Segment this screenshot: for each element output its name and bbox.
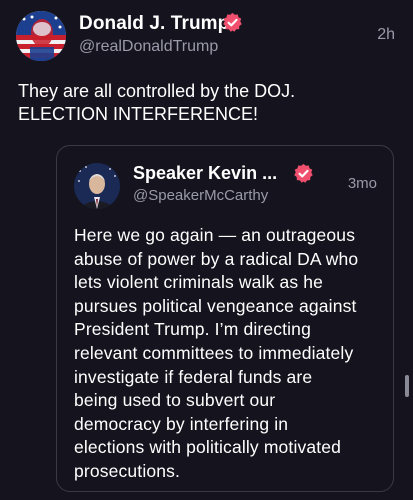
post-timestamp[interactable]: 2h — [377, 26, 395, 44]
quoted-author-handle[interactable]: @SpeakerMcCarthy — [133, 187, 268, 204]
quoted-post-timestamp[interactable]: 3mo — [348, 175, 377, 192]
scrollbar-thumb[interactable] — [405, 375, 409, 397]
post-text: They are all controlled by the DOJ. ELEC… — [18, 81, 296, 124]
author-avatar[interactable] — [16, 11, 66, 61]
post[interactable]: Donald J. Trump @realDonaldTrump 2h They… — [0, 0, 413, 500]
quoted-author-name[interactable]: Speaker Kevin ... — [133, 163, 277, 184]
author-handle[interactable]: @realDonaldTrump — [79, 38, 218, 56]
quoted-author-avatar[interactable] — [74, 163, 120, 209]
author-name[interactable]: Donald J. Trump — [79, 13, 229, 35]
quoted-post-text: Here we go again — an outrageous abuse o… — [74, 225, 359, 481]
verified-badge-icon — [293, 163, 314, 184]
verified-badge-icon — [222, 12, 243, 33]
quoted-post[interactable]: Speaker Kevin ... @SpeakerMcCarthy 3mo H… — [56, 145, 394, 492]
